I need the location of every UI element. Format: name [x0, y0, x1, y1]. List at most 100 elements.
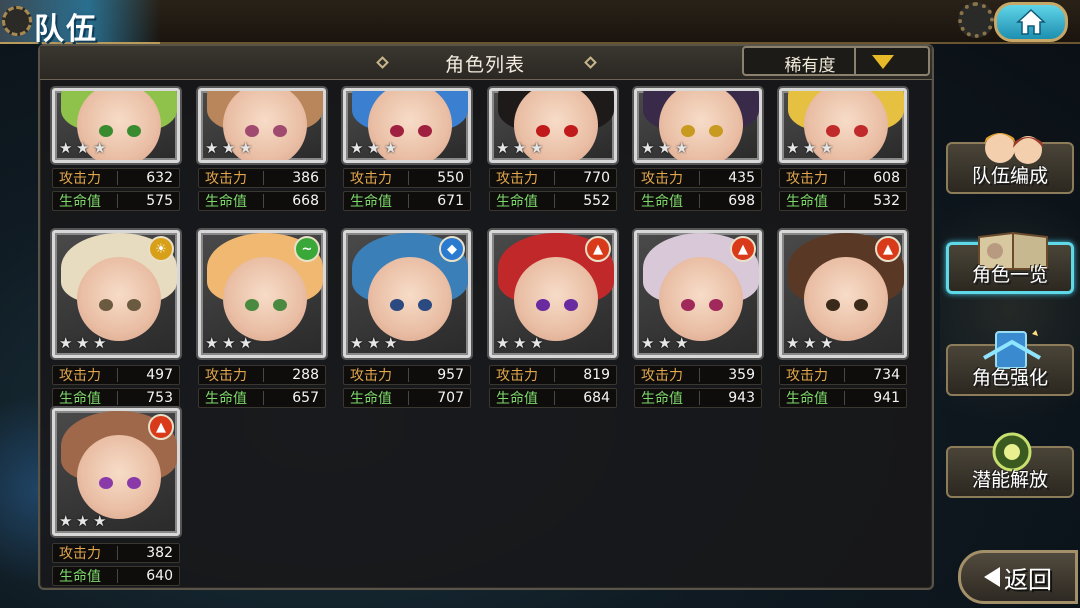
potential-release-button[interactable]: 潜能解放	[946, 432, 1074, 498]
home-button[interactable]	[994, 2, 1068, 42]
rarity-stars: ★ ★ ★	[350, 335, 400, 351]
sort-label: 稀有度	[784, 56, 836, 76]
star-icon: ★	[205, 139, 219, 157]
back-label: 返回	[1004, 565, 1052, 594]
character-portrait: ★ ★ ★ ▲	[52, 408, 180, 536]
character-portrait: ★ ★ ★ ▲	[489, 230, 617, 358]
stat-value: 770	[583, 170, 610, 186]
hp-stat: 生命值 707	[343, 388, 471, 408]
character-portrait: ★ ★ ★	[489, 88, 617, 163]
star-icon: ★	[786, 139, 800, 157]
stat-value: 435	[728, 170, 755, 186]
character-list-button[interactable]: 角色一览	[946, 231, 1074, 294]
attack-stat: 攻击力 382	[52, 543, 180, 563]
hp-stat: 生命值 575	[52, 191, 180, 211]
page-title: 队伍	[34, 12, 98, 47]
fire-element-icon: ▲	[730, 236, 756, 262]
fire-element-icon: ▲	[585, 236, 611, 262]
attack-stat: 攻击力 770	[489, 168, 617, 188]
hp-stat: 生命值 684	[489, 388, 617, 408]
stat-label: 攻击力	[496, 368, 538, 384]
attack-stat: 攻击力 819	[489, 365, 617, 385]
star-icon: ★	[93, 512, 107, 530]
character-portrait: ★ ★ ★	[52, 88, 180, 163]
stat-label: 攻击力	[205, 171, 247, 187]
stat-label: 生命值	[641, 391, 683, 407]
star-icon: ★	[76, 139, 90, 157]
rarity-stars: ★ ★ ★	[786, 140, 836, 156]
attack-stat: 攻击力 386	[198, 168, 326, 188]
rarity-stars: ★ ★ ★	[59, 335, 109, 351]
hp-stat: 生命值 671	[343, 191, 471, 211]
star-icon: ★	[239, 334, 253, 352]
stat-value: 668	[292, 193, 319, 209]
side-menu-label: 角色一览	[971, 264, 1048, 286]
stat-value: 941	[873, 390, 900, 406]
stat-value: 819	[583, 367, 610, 383]
stat-label: 生命值	[786, 194, 828, 210]
side-menu-label: 角色强化	[971, 367, 1048, 389]
star-icon: ★	[76, 512, 90, 530]
attack-stat: 攻击力 359	[634, 365, 762, 385]
hp-stat: 生命值 941	[779, 388, 907, 408]
home-icon	[1016, 8, 1046, 35]
back-arrow-icon	[984, 567, 1000, 587]
stat-label: 生命值	[496, 391, 538, 407]
stat-value: 632	[146, 170, 173, 186]
character-portrait: ★ ★ ★ ☀	[52, 230, 180, 358]
star-icon: ★	[59, 334, 73, 352]
attack-stat: 攻击力 734	[779, 365, 907, 385]
stat-label: 攻击力	[59, 546, 101, 562]
gear-ornament-icon	[2, 6, 32, 36]
back-button[interactable]: 返回	[958, 550, 1078, 604]
stat-label: 生命值	[350, 194, 392, 210]
side-menu-label: 潜能解放	[971, 469, 1048, 491]
character-portrait: ★ ★ ★ ◆	[343, 230, 471, 358]
character-enhance-button[interactable]: 角色强化	[946, 330, 1074, 396]
stat-value: 497	[146, 367, 173, 383]
stat-label: 生命值	[641, 194, 683, 210]
stat-label: 生命值	[205, 391, 247, 407]
stat-value: 382	[146, 545, 173, 561]
water-element-icon: ◆	[439, 236, 465, 262]
hp-stat: 生命值 532	[779, 191, 907, 211]
rarity-stars: ★ ★ ★	[205, 335, 255, 351]
star-icon: ★	[513, 139, 527, 157]
star-icon: ★	[205, 334, 219, 352]
star-icon: ★	[496, 334, 510, 352]
star-icon: ★	[530, 139, 544, 157]
header-bar	[0, 0, 1080, 44]
star-icon: ★	[59, 512, 73, 530]
stat-value: 552	[583, 193, 610, 209]
star-icon: ★	[803, 139, 817, 157]
attack-stat: 攻击力 288	[198, 365, 326, 385]
stat-label: 攻击力	[205, 368, 247, 384]
character-portrait: ★ ★ ★ ~	[198, 230, 326, 358]
rarity-stars: ★ ★ ★	[641, 140, 691, 156]
star-icon: ★	[820, 334, 834, 352]
star-icon: ★	[350, 139, 364, 157]
star-icon: ★	[513, 334, 527, 352]
light-element-icon: ☀	[148, 236, 174, 262]
stat-value: 671	[437, 193, 464, 209]
hp-stat: 生命值 552	[489, 191, 617, 211]
stat-label: 攻击力	[59, 171, 101, 187]
stat-value: 288	[292, 367, 319, 383]
character-portrait: ★ ★ ★ ▲	[634, 230, 762, 358]
rarity-stars: ★ ★ ★	[496, 140, 546, 156]
stat-label: 生命值	[350, 391, 392, 407]
attack-stat: 攻击力 435	[634, 168, 762, 188]
side-menu-label: 队伍编成	[971, 165, 1048, 187]
stat-value: 359	[728, 367, 755, 383]
stat-value: 753	[146, 390, 173, 406]
star-icon: ★	[222, 334, 236, 352]
character-portrait: ★ ★ ★	[634, 88, 762, 163]
team-formation-button[interactable]: 队伍编成	[946, 133, 1074, 194]
sort-dropdown[interactable]: 稀有度	[742, 46, 930, 76]
star-icon: ★	[803, 334, 817, 352]
stat-label: 生命值	[59, 194, 101, 210]
attack-stat: 攻击力 608	[779, 168, 907, 188]
stat-value: 698	[728, 193, 755, 209]
star-icon: ★	[239, 139, 253, 157]
rarity-stars: ★ ★ ★	[496, 335, 546, 351]
